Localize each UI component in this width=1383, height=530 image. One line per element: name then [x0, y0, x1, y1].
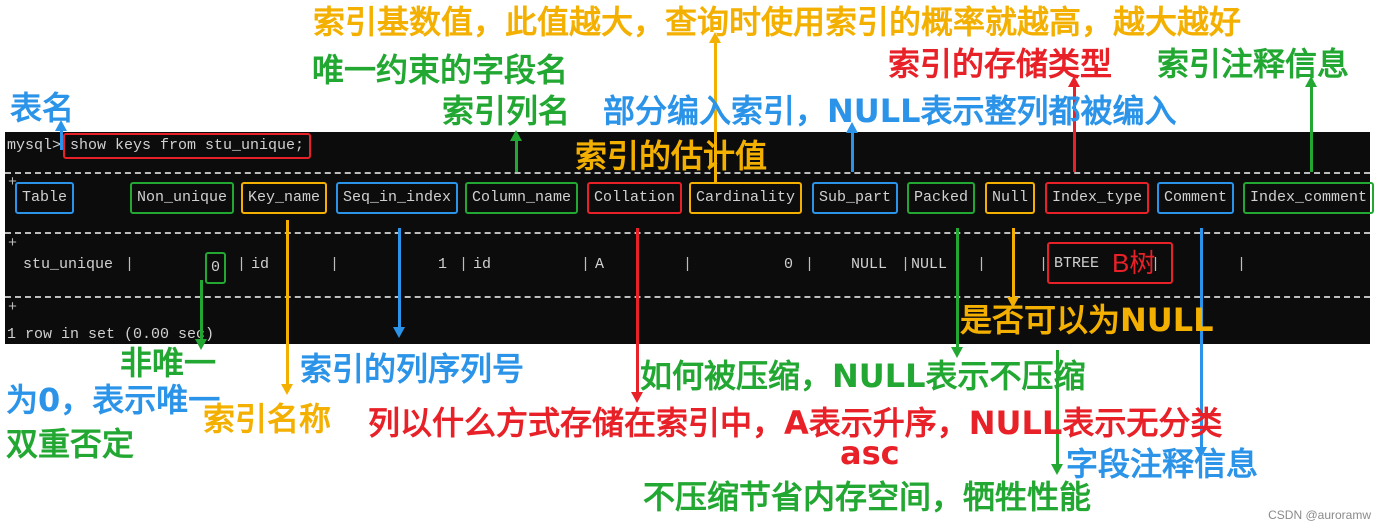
col-comment: Comment — [1157, 182, 1235, 214]
seq-in-index-note: 索引的列序列号 — [300, 350, 525, 388]
col-index-comment: Index_comment — [1243, 182, 1375, 214]
no-compress-note: 不压缩节省内存空间，牺牲性能 — [643, 478, 1092, 516]
zero-unique-note: 为0，表示唯一 — [6, 381, 221, 419]
col-separator: | — [901, 256, 911, 273]
col-separator: | — [1237, 256, 1247, 273]
col-separator: | — [581, 256, 591, 273]
arrow-null — [1007, 228, 1019, 308]
arrow-table — [55, 120, 67, 150]
arrow-non-unique — [195, 280, 207, 350]
asc-note: asc — [840, 434, 900, 472]
col-separator: | — [125, 256, 135, 273]
cell-non-unique: 0 — [205, 252, 227, 284]
col-seq-in-index: Seq_in_index — [336, 182, 459, 214]
col-separator: | — [459, 256, 469, 273]
command-box: show keys from stu_unique; — [63, 133, 312, 159]
cardinality-estimate-note: 索引的估计值 — [575, 137, 768, 175]
index-type-note: 索引的存储类型 — [888, 45, 1113, 83]
index-comment-note: 索引注释信息 — [1157, 45, 1350, 83]
cell-column-name: id — [473, 256, 492, 273]
col-collation: Collation — [587, 182, 683, 214]
cell-table: stu_unique — [23, 256, 114, 273]
col-sub-part: Sub_part — [812, 182, 899, 214]
cell-seq-in-index: 1 — [438, 256, 448, 273]
btree-label: B树 — [1112, 248, 1156, 278]
col-separator: | — [977, 256, 987, 273]
table-border-mid — [5, 232, 1370, 234]
watermark: CSDN @auroramw — [1268, 508, 1371, 522]
col-packed: Packed — [907, 182, 976, 214]
unique-field-name-note: 唯一约束的字段名 — [312, 51, 569, 89]
arrow-collation — [631, 228, 643, 403]
arrow-column-name — [510, 130, 522, 172]
comment-note: 字段注释信息 — [1066, 445, 1259, 483]
col-separator: | — [1151, 256, 1161, 273]
col-cardinality: Cardinality — [689, 182, 803, 214]
arrow-index-comment — [1305, 76, 1317, 172]
col-separator: | — [330, 256, 340, 273]
table-corner: + — [8, 235, 18, 252]
cell-key-name: id — [251, 256, 270, 273]
arrow-packed — [951, 228, 963, 358]
row-count-footer: 1 row in set (0.00 sec) — [7, 326, 215, 343]
col-separator: | — [805, 256, 815, 273]
arrow-seq-in-index — [393, 228, 405, 338]
null-note: 是否可以为NULL — [960, 301, 1214, 339]
cell-packed: NULL — [911, 256, 948, 273]
table-name-note: 表名 — [10, 89, 75, 127]
non-unique-note: 非唯一 — [120, 344, 217, 382]
collation-note: 列以什么方式存储在索引中，A表示升序，NULL表示无分类 — [368, 404, 1223, 442]
key-name-note: 索引名称 — [203, 400, 332, 438]
mysql-prompt: mysql> — [7, 137, 62, 154]
table-border-bottom — [5, 296, 1370, 298]
col-key-name: Key_name — [241, 182, 328, 214]
arrow-key-name — [281, 220, 293, 395]
arrow-sub-part — [846, 122, 858, 172]
cardinality-note: 索引基数值，此值越大，查询时使用索引的概率就越高，越大越好 — [313, 3, 1242, 41]
col-null: Null — [985, 182, 1036, 214]
cell-index-type-value: BTREE — [1054, 254, 1100, 272]
col-separator: | — [683, 256, 693, 273]
packed-note: 如何被压缩，NULL表示不压缩 — [640, 357, 1086, 395]
col-index-type: Index_type — [1045, 182, 1150, 214]
sub-part-note: 部分编入索引，NULL表示整列都被编入 — [603, 92, 1177, 130]
cell-sub-part: NULL — [851, 256, 888, 273]
col-column-name: Column_name — [465, 182, 579, 214]
cell-cardinality: 0 — [784, 256, 794, 273]
col-non-unique: Non_unique — [130, 182, 235, 214]
col-separator: | — [237, 256, 247, 273]
column-name-note: 索引列名 — [442, 92, 571, 130]
col-table: Table — [15, 182, 75, 214]
double-negation-note: 双重否定 — [6, 425, 135, 463]
cell-collation: A — [595, 256, 605, 273]
table-corner: + — [8, 299, 18, 316]
